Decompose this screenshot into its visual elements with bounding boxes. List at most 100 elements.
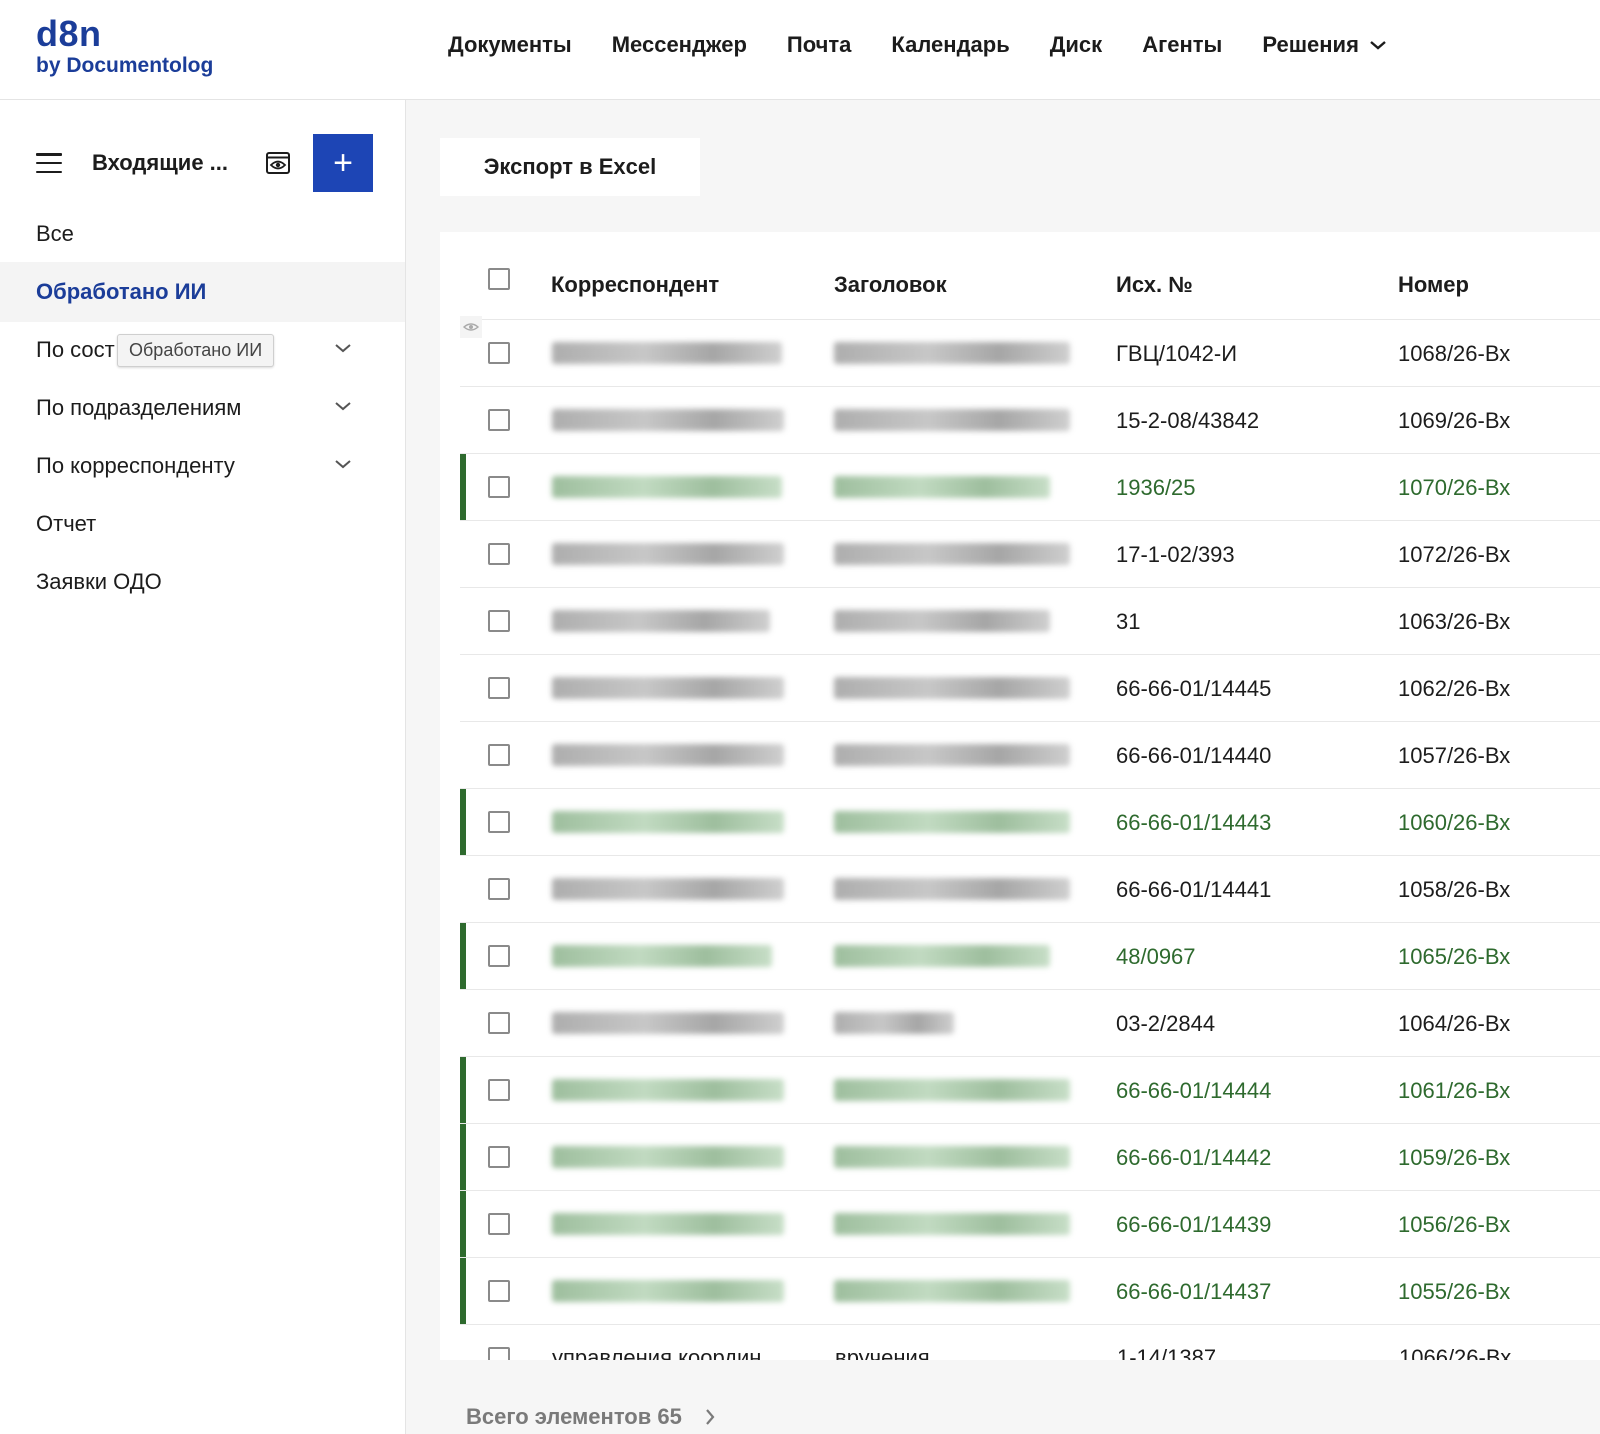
processed-marker — [460, 789, 466, 855]
cell-title-redacted — [834, 677, 1070, 699]
cell-correspondent-redacted — [552, 811, 784, 833]
column-header-title[interactable]: Заголовок — [834, 272, 947, 298]
table-row[interactable]: 66-66-01/14443 1060/26-Вх — [460, 789, 1600, 856]
cell-correspondent-redacted — [552, 1280, 784, 1302]
table-row[interactable]: 31 1063/26-Вх — [460, 588, 1600, 655]
cell-title-redacted — [834, 1079, 1070, 1101]
nav-documents[interactable]: Документы — [448, 32, 572, 58]
table-row[interactable]: 15-2-08/43842 1069/26-Вх — [460, 387, 1600, 454]
nav-label: Почта — [786, 32, 852, 57]
cell-out-no: 48/0967 — [1116, 944, 1196, 969]
chevron-right-icon[interactable] — [704, 1408, 716, 1426]
cell-correspondent-redacted — [552, 878, 784, 900]
table-row[interactable]: 1936/25 1070/26-Вх — [460, 454, 1600, 521]
row-checkbox[interactable] — [488, 878, 510, 900]
row-checkbox[interactable] — [488, 1280, 510, 1302]
sidebar-item-label: Все — [36, 221, 74, 246]
processed-marker — [460, 1258, 466, 1324]
nav-label: Решения — [1262, 32, 1359, 57]
nav-mail[interactable]: Почта — [787, 32, 852, 58]
table-header: Корреспондент Заголовок Исх. № Номер — [460, 232, 1600, 320]
cell-correspondent-redacted — [552, 1079, 784, 1101]
cell-out-no: 17-1-02/393 — [1116, 542, 1235, 567]
table-row[interactable]: 66-66-01/14439 1056/26-Вх — [460, 1191, 1600, 1258]
logo[interactable]: d8n by Documentolog — [36, 16, 213, 79]
row-checkbox[interactable] — [488, 811, 510, 833]
row-checkbox[interactable] — [488, 744, 510, 766]
cell-title-redacted — [834, 543, 1070, 565]
row-checkbox[interactable] — [488, 1079, 510, 1101]
table-row[interactable]: 66-66-01/14441 1058/26-Вх — [460, 856, 1600, 923]
table-row[interactable]: 66-66-01/14437 1055/26-Вх — [460, 1258, 1600, 1325]
add-button[interactable]: + — [313, 134, 373, 192]
cell-out-no: 03-2/2844 — [1116, 1011, 1216, 1036]
cell-number: 1061/26-Вх — [1398, 1078, 1511, 1103]
chevron-down-icon[interactable] — [334, 342, 352, 354]
column-header-number[interactable]: Номер — [1398, 272, 1469, 298]
cell-correspondent-redacted — [552, 1146, 784, 1168]
row-checkbox[interactable] — [488, 409, 510, 431]
cell-number: 1057/26-Вх — [1398, 743, 1511, 768]
table-row[interactable]: 66-66-01/14440 1057/26-Вх — [460, 722, 1600, 789]
cell-number: 1063/26-Вх — [1398, 609, 1511, 634]
table-row[interactable]: 17-1-02/393 1072/26-Вх — [460, 521, 1600, 588]
row-checkbox[interactable] — [488, 1347, 510, 1360]
chevron-down-icon[interactable] — [334, 400, 352, 412]
nav-disk[interactable]: Диск — [1050, 32, 1102, 58]
eye-icon[interactable] — [460, 316, 482, 338]
row-checkbox[interactable] — [488, 610, 510, 632]
sidebar-item-by-department[interactable]: По подразделениям — [0, 378, 405, 438]
cell-correspondent-redacted — [552, 1012, 784, 1034]
cell-title-redacted — [834, 1146, 1070, 1168]
export-excel-button[interactable]: Экспорт в Excel — [440, 138, 700, 196]
cell-title-redacted — [834, 476, 1050, 498]
sidebar: Входящие ... + Все Обработано ИИ По сост… — [0, 100, 406, 1434]
processed-marker — [460, 923, 466, 989]
nav-calendar[interactable]: Календарь — [891, 32, 1009, 58]
table-row[interactable]: 66-66-01/14444 1061/26-Вх — [460, 1057, 1600, 1124]
cell-title-redacted — [834, 744, 1070, 766]
cell-correspondent-redacted — [552, 677, 784, 699]
row-checkbox[interactable] — [488, 476, 510, 498]
row-checkbox[interactable] — [488, 677, 510, 699]
cell-out-no: 1-14/1387 — [1117, 1345, 1217, 1360]
cell-out-no: 66-66-01/14444 — [1116, 1078, 1272, 1103]
menu-icon[interactable] — [36, 153, 62, 173]
sidebar-item-label: Отчет — [36, 511, 97, 536]
select-all-checkbox[interactable] — [488, 268, 510, 290]
nav-solutions[interactable]: Решения — [1262, 32, 1387, 58]
row-checkbox[interactable] — [488, 1213, 510, 1235]
row-checkbox[interactable] — [488, 1012, 510, 1034]
sidebar-item-report[interactable]: Отчет — [0, 494, 405, 554]
table-row[interactable]: 48/0967 1065/26-Вх — [460, 923, 1600, 990]
table-row[interactable]: 66-66-01/14442 1059/26-Вх — [460, 1124, 1600, 1191]
sidebar-item-ai-processed[interactable]: Обработано ИИ — [0, 262, 405, 322]
sidebar-item-all[interactable]: Все — [0, 204, 405, 264]
cell-out-no: 66-66-01/14442 — [1116, 1145, 1272, 1170]
table-row[interactable]: 03-2/2844 1064/26-Вх — [460, 990, 1600, 1057]
nav-agents[interactable]: Агенты — [1142, 32, 1222, 58]
sidebar-item-label: По корреспонденту — [36, 453, 235, 478]
table-row[interactable]: управления координ вручения 1-14/1387 10… — [460, 1325, 1600, 1360]
cell-number: 1058/26-Вх — [1398, 877, 1511, 902]
column-header-correspondent[interactable]: Корреспондент — [551, 272, 719, 298]
chevron-down-icon[interactable] — [334, 458, 352, 470]
column-header-out-no[interactable]: Исх. № — [1116, 272, 1193, 298]
row-checkbox[interactable] — [488, 342, 510, 364]
cell-number: 1070/26-Вх — [1398, 475, 1511, 500]
cell-out-no: 66-66-01/14441 — [1116, 877, 1272, 902]
sidebar-item-by-correspondent[interactable]: По корреспонденту — [0, 436, 405, 496]
logo-main: d8n — [36, 13, 102, 54]
cell-out-no: 66-66-01/14440 — [1116, 743, 1272, 768]
pagination-footer: Всего элементов 65 — [466, 1404, 716, 1430]
folder-title[interactable]: Входящие ... — [92, 150, 228, 176]
cell-title-redacted — [834, 878, 1070, 900]
row-checkbox[interactable] — [488, 1146, 510, 1168]
table-row[interactable]: ГВЦ/1042-И 1068/26-Вх — [460, 320, 1600, 387]
row-checkbox[interactable] — [488, 543, 510, 565]
sidebar-item-odo-requests[interactable]: Заявки ОДО — [0, 552, 405, 612]
nav-messenger[interactable]: Мессенджер — [612, 32, 747, 58]
row-checkbox[interactable] — [488, 945, 510, 967]
eye-icon[interactable] — [264, 149, 292, 177]
table-row[interactable]: 66-66-01/14445 1062/26-Вх — [460, 655, 1600, 722]
